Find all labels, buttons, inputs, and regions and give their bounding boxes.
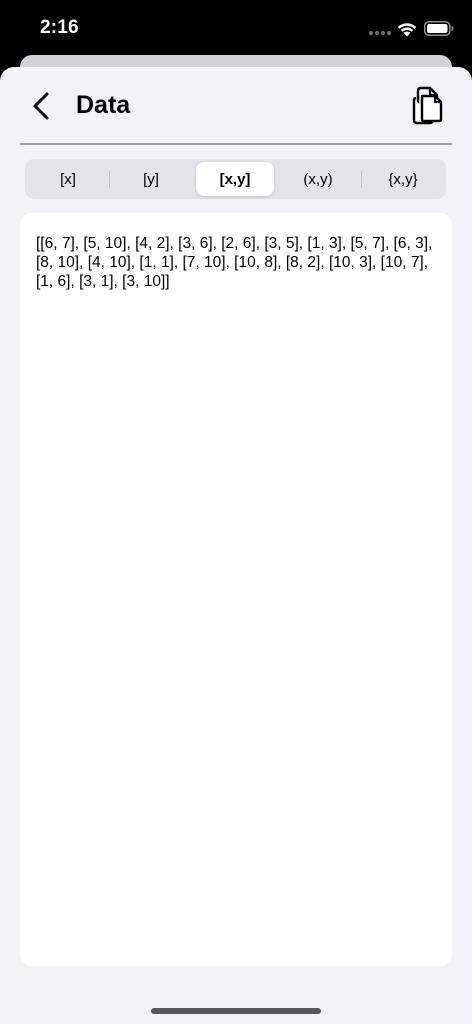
copy-button[interactable] — [410, 86, 446, 126]
back-button[interactable] — [30, 91, 54, 121]
data-text[interactable]: [[6, 7], [5, 10], [4, 2], [3, 6], [2, 6]… — [36, 234, 441, 291]
segment-label: [x,y] — [219, 170, 251, 188]
format-segmented-control: [x] [y] [x,y] (x,y) {x,y} — [25, 159, 446, 199]
app-screen: 2:16 Data [x] [y] [x,y] (x,y) {x,y} [[6,… — [0, 0, 472, 1024]
data-sheet: Data [x] [y] [x,y] (x,y) {x,y} [[6, 7], … — [0, 67, 472, 1024]
home-indicator[interactable] — [151, 1008, 321, 1014]
segment-label: (x,y) — [303, 170, 333, 188]
segment-x-y-parens[interactable]: (x,y) — [278, 162, 358, 196]
segment-separator — [361, 171, 362, 188]
status-time: 2:16 — [40, 17, 79, 38]
segment-label: {x,y} — [388, 170, 418, 188]
battery-icon — [424, 21, 454, 36]
segment-y[interactable]: [y] — [111, 162, 191, 196]
signal-dots-icon — [369, 31, 391, 35]
segment-label: [x] — [60, 170, 76, 188]
wifi-icon — [397, 23, 417, 37]
segment-x-y-brackets[interactable]: [x,y] — [196, 162, 274, 196]
navigation-bar: Data — [0, 67, 472, 143]
segment-x[interactable]: [x] — [28, 162, 108, 196]
chevron-left-icon — [33, 92, 49, 120]
page-title: Data — [76, 91, 131, 119]
status-bar: 2:16 — [0, 0, 472, 56]
data-text-card[interactable]: [[6, 7], [5, 10], [4, 2], [3, 6], [2, 6]… — [20, 213, 452, 966]
segment-x-y-braces[interactable]: {x,y} — [363, 162, 443, 196]
nav-divider — [20, 143, 452, 145]
segment-separator — [109, 171, 110, 188]
copy-documents-icon — [412, 86, 443, 125]
segment-label: [y] — [143, 170, 159, 188]
